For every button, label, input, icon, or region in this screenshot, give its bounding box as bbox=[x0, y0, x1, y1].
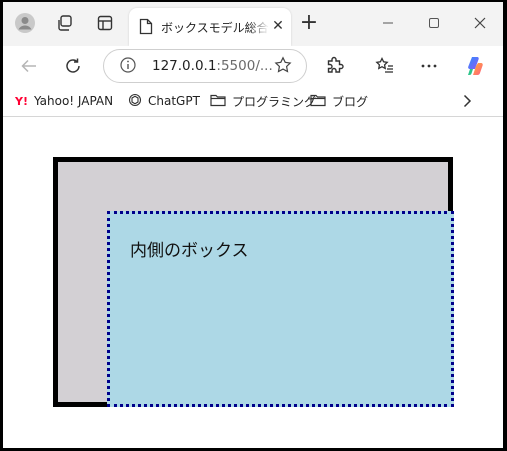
address-bar[interactable]: 127.0.0.1:5500/... bbox=[103, 49, 307, 83]
favorite-label: Yahoo! JAPAN bbox=[33, 94, 114, 108]
folder-icon bbox=[210, 93, 226, 110]
favorite-label: プログラミング bbox=[232, 94, 317, 109]
tab-active[interactable]: ボックスモデル総合問題 ✕ bbox=[129, 8, 291, 46]
tab-title: ボックスモデル総合問題 bbox=[161, 19, 269, 36]
inner-box-label: 内側のボックス bbox=[130, 241, 249, 261]
maximize-button[interactable] bbox=[419, 11, 449, 35]
workspaces-icon[interactable] bbox=[53, 11, 77, 35]
profile-avatar-icon[interactable] bbox=[13, 11, 37, 35]
url-text: 127.0.0.1:5500/... bbox=[152, 58, 273, 74]
minimize-button[interactable] bbox=[373, 11, 403, 35]
favorites-bar: Y! Yahoo! JAPAN ChatGPT プログラミング ブログ bbox=[3, 86, 503, 117]
new-tab-button[interactable]: + bbox=[297, 11, 321, 35]
site-info-icon[interactable] bbox=[120, 57, 136, 77]
url-host: 127.0.0.1 bbox=[152, 58, 217, 74]
chevron-right-icon[interactable] bbox=[461, 92, 473, 110]
page-icon bbox=[139, 18, 153, 39]
favorite-folder-programming[interactable]: プログラミング bbox=[210, 92, 316, 110]
yahoo-icon: Y! bbox=[15, 94, 28, 108]
favorite-label: ブログ bbox=[332, 94, 369, 109]
extensions-icon[interactable] bbox=[323, 54, 347, 78]
favorite-yahoo[interactable]: Y! Yahoo! JAPAN bbox=[15, 92, 113, 110]
favorite-star-icon[interactable] bbox=[274, 56, 292, 78]
back-icon[interactable] bbox=[17, 54, 41, 78]
tab-strip: ボックスモデル総合問題 ✕ + bbox=[3, 2, 503, 46]
favorite-folder-blog[interactable]: ブログ bbox=[310, 92, 368, 110]
browser-window: ボックスモデル総合問題 ✕ + 127.0.0.1:5500/... bbox=[3, 2, 503, 448]
more-options-icon[interactable] bbox=[417, 54, 441, 78]
tab-actions-icon[interactable] bbox=[93, 11, 117, 35]
navigation-bar: 127.0.0.1:5500/... bbox=[3, 46, 503, 86]
folder-icon bbox=[310, 93, 326, 110]
refresh-icon[interactable] bbox=[61, 54, 85, 78]
url-path: :5500/... bbox=[216, 58, 273, 74]
favorite-label: ChatGPT bbox=[148, 94, 200, 108]
tab-close-icon[interactable]: ✕ bbox=[269, 17, 287, 35]
copilot-icon[interactable] bbox=[463, 54, 487, 78]
favorite-chatgpt[interactable]: ChatGPT bbox=[128, 92, 200, 110]
chatgpt-icon bbox=[128, 93, 142, 110]
favorites-list-icon[interactable] bbox=[373, 54, 397, 78]
close-window-button[interactable] bbox=[465, 11, 495, 35]
page-content: 内側のボックス bbox=[3, 117, 503, 448]
inner-box: 内側のボックス bbox=[107, 211, 454, 407]
